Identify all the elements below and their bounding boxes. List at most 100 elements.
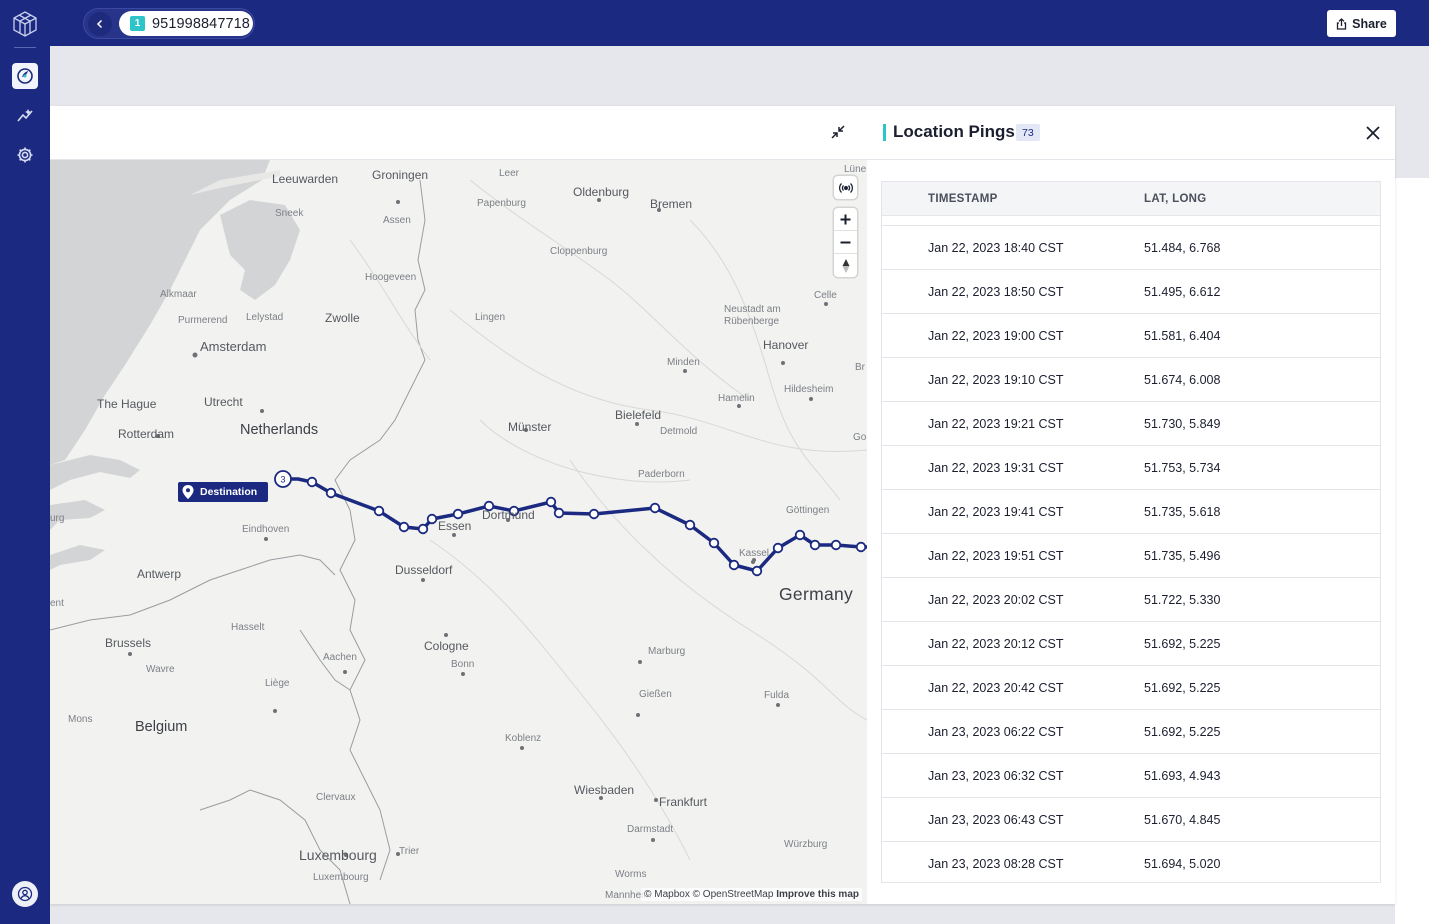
map-label: Lelystad — [246, 312, 284, 323]
row-timestamp: Jan 22, 2023 20:42 CST — [928, 681, 1064, 695]
table-row[interactable]: Jan 23, 2023 06:43 CST 51.670, 4.845 — [882, 797, 1380, 841]
row-timestamp: Jan 22, 2023 20:02 CST — [928, 593, 1064, 607]
map-label: Netherlands — [240, 422, 319, 438]
table-header: TIMESTAMP LAT, LONG — [882, 182, 1380, 216]
table-row[interactable]: Jan 22, 2023 19:41 CST 51.735, 5.618 — [882, 489, 1380, 533]
map-label: Go — [853, 432, 867, 443]
panel-header: Location Pings 73 — [867, 106, 1395, 160]
map-label: Oldenburg — [573, 185, 630, 199]
nav-analytics-icon[interactable] — [12, 103, 38, 129]
map-label: Cloppenburg — [550, 246, 608, 257]
map-label: Darmstadt — [627, 824, 674, 835]
map-label: Münster — [508, 420, 552, 434]
row-timestamp: Jan 22, 2023 19:51 CST — [928, 549, 1064, 563]
improve-map-link[interactable]: Improve this map — [776, 889, 859, 900]
map-label: ent — [50, 598, 64, 609]
map-label: Wavre — [146, 664, 175, 675]
attribution-mapbox[interactable]: © Mapbox — [644, 889, 690, 900]
pings-table: TIMESTAMP LAT, LONG Jan 22, 2023 18:40 C… — [881, 181, 1381, 883]
map-label: Belgium — [135, 719, 188, 735]
table-row[interactable]: Jan 22, 2023 20:42 CST 51.692, 5.225 — [882, 665, 1380, 709]
map-label: Assen — [383, 215, 411, 226]
row-latlong: 51.735, 5.618 — [1144, 505, 1221, 519]
row-timestamp: Jan 23, 2023 06:43 CST — [928, 813, 1064, 827]
map-label: Detmold — [660, 426, 698, 437]
row-timestamp: Jan 22, 2023 19:41 CST — [928, 505, 1064, 519]
map-label: Rotterdam — [118, 427, 175, 441]
map-label: Bonn — [451, 659, 475, 670]
map-label: Fulda — [764, 690, 790, 701]
destination-marker[interactable]: Destination — [178, 482, 268, 502]
map-label: Dusseldorf — [395, 563, 453, 577]
map-label: Essen — [438, 519, 472, 533]
table-row[interactable]: Jan 22, 2023 20:12 CST 51.692, 5.225 — [882, 621, 1380, 665]
app-logo-icon[interactable] — [12, 11, 38, 37]
map-label: Minden — [667, 357, 700, 368]
row-timestamp: Jan 22, 2023 20:12 CST — [928, 637, 1064, 651]
table-row[interactable]: Jan 22, 2023 20:02 CST 51.722, 5.330 — [882, 577, 1380, 621]
tracking-number-chip: 1 951998847718 — [119, 11, 253, 36]
map-label: Celle — [814, 290, 837, 301]
table-row[interactable]: Jan 23, 2023 06:22 CST 51.692, 5.225 — [882, 709, 1380, 753]
map-label: Lüne — [844, 164, 867, 175]
table-row[interactable]: Jan 22, 2023 19:00 CST 51.581, 6.404 — [882, 313, 1380, 357]
table-row[interactable]: Jan 22, 2023 18:50 CST 51.495, 6.612 — [882, 269, 1380, 313]
map-label: Bremen — [650, 197, 693, 211]
row-latlong: 51.722, 5.330 — [1144, 593, 1221, 607]
row-latlong: 51.693, 4.943 — [1144, 769, 1221, 783]
row-timestamp: Jan 23, 2023 08:28 CST — [928, 857, 1064, 871]
back-chevron-icon[interactable] — [88, 12, 112, 36]
close-icon[interactable] — [1363, 123, 1383, 143]
table-row[interactable]: Jan 22, 2023 19:21 CST 51.730, 5.849 — [882, 401, 1380, 445]
table-row[interactable]: Jan 22, 2023 18:40 CST 51.484, 6.768 — [882, 225, 1380, 269]
column-header-timestamp[interactable]: TIMESTAMP — [928, 193, 998, 205]
map-label: Lingen — [475, 312, 506, 323]
share-button[interactable]: Share — [1327, 10, 1396, 37]
row-latlong: 51.674, 6.008 — [1144, 373, 1221, 387]
geolocate-icon[interactable] — [834, 176, 857, 199]
row-latlong: 51.581, 6.404 — [1144, 329, 1221, 343]
settings-gear-icon[interactable] — [12, 142, 38, 168]
map-label: Luxembourg — [299, 847, 377, 863]
row-latlong: 51.670, 4.845 — [1144, 813, 1221, 827]
row-latlong: 51.753, 5.734 — [1144, 461, 1221, 475]
table-row[interactable]: Jan 22, 2023 19:10 CST 51.674, 6.008 — [882, 357, 1380, 401]
map-label: Koblenz — [505, 733, 542, 744]
background-strip — [1395, 178, 1429, 924]
route-map[interactable]: 3 Leeuwarden Groningen Leer Oldenburg Br… — [50, 160, 867, 904]
column-header-latlong[interactable]: LAT, LONG — [1144, 193, 1207, 205]
zoom-out-icon[interactable] — [834, 231, 857, 254]
table-row[interactable]: Jan 22, 2023 19:51 CST 51.735, 5.496 — [882, 533, 1380, 577]
row-latlong: 51.735, 5.496 — [1144, 549, 1221, 563]
cluster-count: 3 — [280, 475, 285, 485]
map-label: Bielefeld — [615, 408, 662, 422]
zoom-in-icon[interactable] — [834, 208, 857, 231]
map-label: Alkmaar — [160, 289, 197, 300]
zoom-controls — [834, 208, 857, 277]
table-row[interactable]: Jan 23, 2023 08:28 CST 51.694, 5.020 — [882, 841, 1380, 882]
map-label: Br — [855, 362, 865, 373]
pings-count-badge: 73 — [1016, 124, 1040, 141]
map-label: Sneek — [275, 208, 304, 219]
map-label: Gießen — [639, 689, 672, 700]
map-label: Wiesbaden — [574, 783, 635, 797]
nav-tracking-icon[interactable] — [12, 63, 38, 89]
table-row[interactable]: Jan 23, 2023 06:32 CST 51.693, 4.943 — [882, 753, 1380, 797]
map-label: Hasselt — [231, 622, 265, 633]
row-timestamp: Jan 22, 2023 19:00 CST — [928, 329, 1064, 343]
compass-icon[interactable] — [834, 254, 857, 277]
collapse-arrows-icon[interactable] — [830, 124, 846, 140]
map-label: Trier — [399, 846, 420, 857]
rail-divider — [14, 47, 36, 48]
destination-label: Destination — [200, 486, 258, 498]
row-latlong: 51.495, 6.612 — [1144, 285, 1221, 299]
user-avatar-icon[interactable] — [12, 881, 38, 907]
map-label: Würzburg — [784, 839, 828, 850]
map-attribution: © Mapbox © OpenStreetMap Improve this ma… — [641, 888, 862, 901]
table-row[interactable]: Jan 22, 2023 19:31 CST 51.753, 5.734 — [882, 445, 1380, 489]
location-pings-panel: Location Pings 73 TIMESTAMP LAT, LONG Ja… — [867, 106, 1395, 904]
row-latlong: 51.694, 5.020 — [1144, 857, 1221, 871]
map-label: Papenburg — [477, 198, 526, 209]
map-label: urg — [50, 513, 65, 524]
attribution-osm[interactable]: © OpenStreetMap — [693, 889, 774, 900]
